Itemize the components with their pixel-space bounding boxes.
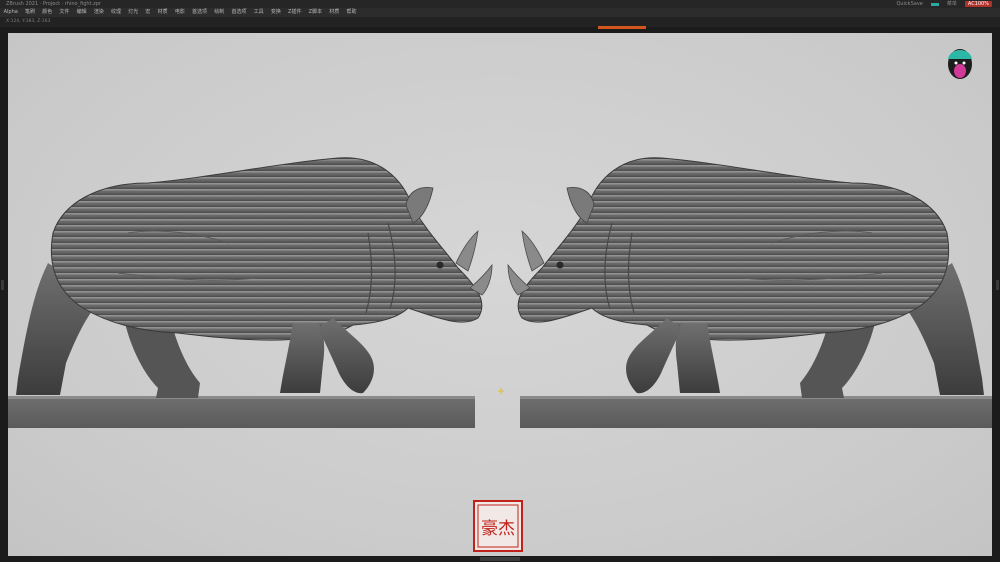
menu-item[interactable]: 颜色 xyxy=(39,8,56,17)
quicksave-button[interactable]: QuickSave xyxy=(896,0,922,8)
status-bar: X:124, Y:383, Z:163 xyxy=(0,17,1000,27)
window-title: ZBrush 2021 · Project · rhino_fight.zpr xyxy=(6,1,101,7)
menu-item[interactable]: Z插件 xyxy=(284,8,305,17)
seal-text: 豪杰 xyxy=(481,518,515,539)
tool-indicator-icon xyxy=(930,2,939,6)
right-rhino-sculpt xyxy=(507,157,984,398)
left-pedestal xyxy=(8,396,475,428)
menu-item[interactable]: 材质 xyxy=(326,8,343,17)
viewport-canvas[interactable]: 豪杰 xyxy=(8,33,992,556)
left-shelf-handle[interactable] xyxy=(1,280,4,290)
menu-bar: Alpha 笔刷 颜色 文件 编辑 渲染 纹理 灯光 宏 材质 电影 首选项 绘… xyxy=(0,8,1000,17)
menu-item[interactable]: 帮助 xyxy=(343,8,360,17)
menu-item[interactable]: 工具 xyxy=(250,8,267,17)
active-tab-indicator xyxy=(598,26,646,29)
menu-item[interactable]: 编辑 xyxy=(73,8,90,17)
menu-item[interactable]: 首选项 xyxy=(188,8,210,17)
right-pedestal-top xyxy=(520,396,992,399)
left-rhino-sculpt xyxy=(16,157,493,398)
left-pedestal-top xyxy=(8,396,475,399)
scene-svg: 豪杰 xyxy=(8,49,992,552)
menu-item[interactable]: 绘制 xyxy=(211,8,228,17)
seal-stamp: 豪杰 xyxy=(473,500,523,552)
menu-item[interactable]: 电影 xyxy=(171,8,188,17)
menu-item[interactable]: 灯光 xyxy=(125,8,142,17)
menu-item[interactable]: 变换 xyxy=(267,8,284,17)
title-bar-right: QuickSave 菜单 AC100% xyxy=(896,0,992,8)
menus-toggle[interactable]: 菜单 xyxy=(947,0,957,8)
coordinate-readout: X:124, Y:383, Z:163 xyxy=(6,19,51,24)
crosshair-cursor-icon xyxy=(498,388,504,394)
menu-item[interactable]: Z脚本 xyxy=(305,8,326,17)
menu-item[interactable]: 首选项 xyxy=(228,8,250,17)
menu-item[interactable]: 纹理 xyxy=(107,8,124,17)
ac-chip[interactable]: AC100% xyxy=(964,1,992,7)
bottom-tray xyxy=(0,556,1000,562)
right-shelf-handle[interactable] xyxy=(996,280,999,290)
gizmo-head-icon[interactable] xyxy=(948,49,972,79)
menu-item[interactable]: 材质 xyxy=(154,8,171,17)
menu-item[interactable]: 文件 xyxy=(56,8,73,17)
menu-item[interactable]: 渲染 xyxy=(90,8,107,17)
menu-item[interactable]: 宏 xyxy=(142,8,154,17)
menu-item[interactable]: Alpha xyxy=(0,8,21,17)
menu-item[interactable]: 笔刷 xyxy=(21,8,38,17)
right-pedestal xyxy=(520,396,992,428)
bottom-tray-handle[interactable] xyxy=(480,557,520,561)
title-bar: ZBrush 2021 · Project · rhino_fight.zpr … xyxy=(0,0,1000,8)
